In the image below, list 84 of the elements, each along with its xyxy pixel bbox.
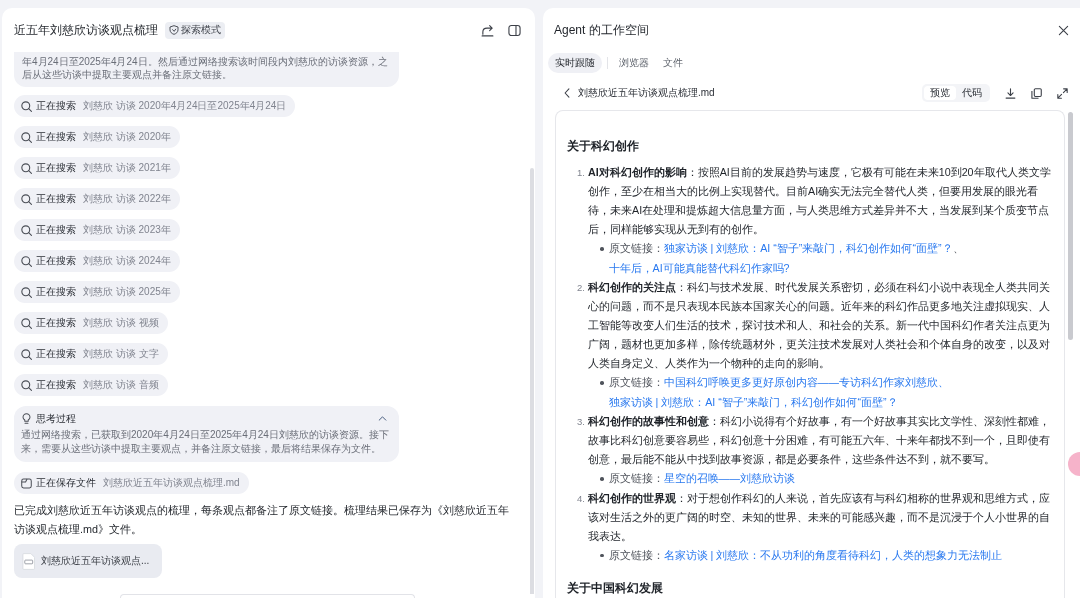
thinking-text: 通过网络搜索，已获取到2020年4月24日至2025年4月24日刘慈欣的访谈资源。接下来，需要从这些访谈中提取主要观点，并备注原文链接，最后将结果保存为文件。 xyxy=(21,428,389,456)
list-number: 4. xyxy=(576,491,586,506)
step-label: 正在搜索 xyxy=(36,347,76,361)
separator-text: 、 xyxy=(952,242,964,254)
bullet-icon xyxy=(600,477,604,481)
view-mode-button[interactable]: 代码 xyxy=(956,86,988,100)
search-icon xyxy=(21,379,32,391)
list-item-text: 科幻创作的关注点：科幻与技术发展、时代发展关系密切，必须在科幻小说中表现全人类共同关心的问题，而不是只表现本民族本国家关心的问题。近年来的科幻作品更多地关注虚拟现实、人工智能等改变人们生活的技术，探讨技术和人、和社会的关系。新一代中国科幻作者关注点更为广阔，题材也更加多样，除传统题材外，更关注技术发展对人类社会和个体自身的改变，以及对人类自身定义、人类作为一个物种的走向的影响。 xyxy=(588,280,1051,371)
source-label: 原文链接： xyxy=(608,548,664,561)
mode-label: 探索模式 xyxy=(181,23,221,37)
step-detail: 刘慈欣 访谈 2021年 xyxy=(83,161,171,175)
source-link[interactable]: 独家访谈 | 刘慈欣：AI “智子”来敲门，科幻创作如何“面壁”？ xyxy=(663,242,953,254)
download-icon[interactable] xyxy=(1005,87,1016,99)
step-label: 正在搜索 xyxy=(36,254,76,268)
search-icon xyxy=(21,348,32,360)
step-detail: 刘慈欣 访谈 2024年 xyxy=(83,254,171,268)
step-label: 正在搜索 xyxy=(36,192,76,206)
chevron-up-icon[interactable] xyxy=(378,416,387,421)
search-icon xyxy=(21,286,32,298)
source-label: 原文链接： xyxy=(608,376,664,388)
workspace-title: Agent 的工作空间 xyxy=(554,21,649,39)
copy-icon[interactable] xyxy=(1031,87,1042,99)
close-icon[interactable] xyxy=(1058,24,1069,36)
section-heading: 关于科幻创作 xyxy=(567,138,640,155)
expand-icon[interactable] xyxy=(1057,87,1068,99)
step-detail: 刘慈欣近五年访谈观点梳理.md xyxy=(103,476,240,490)
step-label: 正在搜索 xyxy=(36,99,76,113)
step-detail: 刘慈欣 访谈 音频 xyxy=(83,378,159,392)
list-number: 2. xyxy=(576,281,586,295)
step-detail: 刘慈欣 访谈 2020年4月24日至2025年4月24日 xyxy=(83,99,287,113)
tab[interactable]: 文件 xyxy=(656,53,690,73)
tab[interactable]: 实时跟随 xyxy=(548,53,602,73)
source-label: 原文链接： xyxy=(608,242,664,254)
source-link[interactable]: 独家访谈 | 刘慈欣：AI “智子”来敲门，科幻创作如何“面壁”？ xyxy=(608,395,898,408)
search-icon xyxy=(21,131,32,143)
shield-icon xyxy=(169,25,179,35)
chat-title: 近五年刘慈欣访谈观点梳理 xyxy=(14,21,158,39)
section-heading: 关于中国科幻发展 xyxy=(567,580,664,597)
step-detail: 刘慈欣 访谈 视频 xyxy=(83,316,159,330)
list-number: 3. xyxy=(576,415,586,429)
document-icon xyxy=(22,552,35,570)
scrollbar-thumb[interactable] xyxy=(1068,112,1073,340)
bullet-icon xyxy=(600,247,604,251)
thinking-title: 思考过程 xyxy=(36,411,76,426)
step-label: 正在搜索 xyxy=(36,378,76,392)
share-icon[interactable] xyxy=(481,23,494,37)
list-item-text: AI对科幻创作的影响：按照AI目前的发展趋势与速度，它极有可能在未来10到20年取代人类文学创作，至少在相当大的比例上实现替代。目前AI确实无法完全替代人类，但要用发展的眼光看待，未来AI在处理和提炼超大信息量方面，与人类思维方式差异并不大，当发展到某个质变节点后，同样能够实现从无到有的创作。 xyxy=(588,165,1052,237)
source-link[interactable]: 名家访谈 | 刘慈欣：不从功利的角度看待科幻，人类的想象力无法制止 xyxy=(663,548,1003,561)
step-label: 正在保存文件 xyxy=(36,476,96,490)
file-name: 刘慈欣近五年访谈观点梳理.md xyxy=(578,86,715,100)
tab[interactable]: 浏览器 xyxy=(612,53,656,73)
step-detail: 刘慈欣 访谈 2023年 xyxy=(83,223,171,237)
list-number: 1. xyxy=(576,166,586,180)
step-label: 正在搜索 xyxy=(36,223,76,237)
step-label: 正在搜索 xyxy=(36,161,76,175)
step-label: 正在搜索 xyxy=(36,130,76,144)
search-icon xyxy=(21,255,32,267)
reply-text: 已完成刘慈欣近五年访谈观点的梳理，每条观点都备注了原文链接。梳理结果已保存为《刘慈欣近五年访谈观点梳理.md》文件。 xyxy=(14,503,510,537)
lightbulb-icon xyxy=(21,413,32,424)
step-detail: 刘慈欣 访谈 文字 xyxy=(83,347,159,361)
bullet-icon xyxy=(600,381,604,385)
source-link[interactable]: 十年后，AI可能真能替代科幻作家吗? xyxy=(608,261,790,274)
search-icon xyxy=(21,162,32,174)
list-item-text: 科幻创作的故事性和创意：科幻小说得有个好故事，有一个好故事其实比文学性、深刻性都难，故事比科幻创意要容易些，科幻创意十分困难，有可能五六年、十来年都找不到一个，且即使有创意，最后能不能从中找到故事资源，都是必要条件，这些条件达不到，就不要写。 xyxy=(588,414,1051,467)
step-detail: 刘慈欣 访谈 2025年 xyxy=(83,285,171,299)
search-icon xyxy=(21,193,32,205)
plan-message: 年4月24日至2025年4月24日。然后通过网络搜索该时间段内刘慈欣的访谈资源，之后从这些访谈中提取主要观点并备注原文链接。 xyxy=(14,52,399,87)
step-detail: 刘慈欣 访谈 2022年 xyxy=(83,192,171,206)
bullet-icon xyxy=(600,553,604,557)
attachment-card[interactable]: 刘慈欣近五年访谈观点... xyxy=(14,544,162,578)
search-icon xyxy=(21,224,32,236)
step-label: 正在搜索 xyxy=(36,285,76,299)
search-icon xyxy=(21,100,32,112)
view-mode-button[interactable]: 预览 xyxy=(924,86,956,100)
source-link[interactable]: 星空的召唤——刘慈欣访谈 xyxy=(663,472,795,484)
list-item-text: 科幻创作的世界观：对于想创作科幻的人来说，首先应该有与科幻相称的世界观和思维方式，应该对生活之外的更广阔的时空、未知的世界、未来的可能感兴趣，而不是沉浸于个人小世界的自我表达。 xyxy=(588,490,1051,544)
search-icon xyxy=(21,317,32,329)
step-detail: 刘慈欣 访谈 2020年 xyxy=(83,130,171,144)
source-link[interactable]: 中国科幻呼唤更多更好原创内容——专访科幻作家刘慈欣、 xyxy=(663,376,949,388)
step-label: 正在搜索 xyxy=(36,316,76,330)
file-icon xyxy=(21,477,32,489)
source-label: 原文链接： xyxy=(608,472,664,484)
sidebar-toggle-icon[interactable] xyxy=(508,23,521,37)
back-icon[interactable] xyxy=(564,88,570,98)
